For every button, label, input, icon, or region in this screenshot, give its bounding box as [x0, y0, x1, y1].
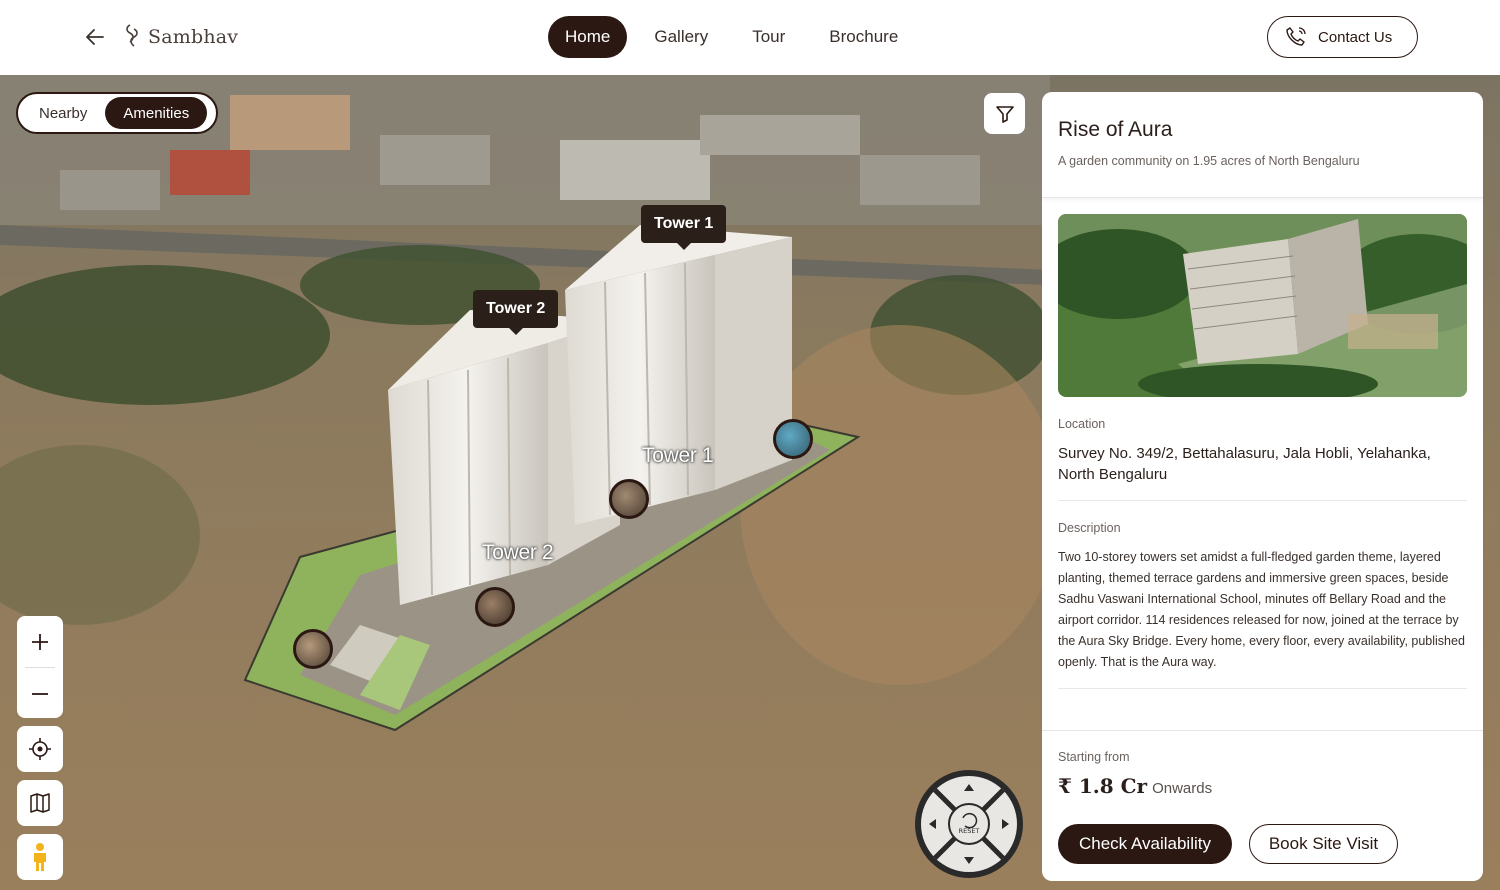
panel-header: Rise of Aura A garden community on 1.95 … — [1042, 92, 1483, 198]
check-availability-button[interactable]: Check Availability — [1058, 824, 1232, 864]
starting-from-label: Starting from — [1058, 750, 1130, 764]
price-block: ₹ 1.8 Cr Onwards — [1058, 774, 1212, 798]
tower-1-ground-label: Tower 1 — [642, 444, 714, 467]
zoom-controls — [17, 616, 63, 718]
price-suffix: Onwards — [1152, 780, 1213, 797]
plus-icon — [32, 633, 48, 650]
contact-us-button[interactable]: Contact Us — [1267, 16, 1418, 58]
compass-reset-label: RESET — [959, 827, 980, 835]
book-site-visit-button[interactable]: Book Site Visit — [1249, 824, 1398, 864]
street-view-button[interactable] — [17, 834, 63, 880]
location-address: Survey No. 349/2, Bettahalasuru, Jala Ho… — [1058, 445, 1431, 483]
filter-icon — [995, 105, 1014, 123]
compass-reset-control[interactable]: RESET — [913, 768, 1025, 880]
compass-icon: RESET — [915, 770, 1023, 878]
amenity-pin-pool[interactable] — [773, 419, 813, 459]
logo-mark-icon — [126, 24, 138, 47]
panel-footer: Starting from ₹ 1.8 Cr Onwards Check Ava… — [1042, 730, 1483, 881]
project-subtitle: A garden community on 1.95 acres of Nort… — [1058, 154, 1360, 168]
nav-brochure[interactable]: Brochure — [812, 16, 915, 58]
toggle-nearby[interactable]: Nearby — [21, 97, 105, 129]
logo-text: Sambhav — [148, 26, 239, 48]
description-label: Description — [1058, 521, 1121, 535]
brand-logo[interactable]: Sambhav — [122, 22, 238, 52]
crosshair-icon — [29, 738, 51, 760]
map-layer-toggle: Nearby Amenities — [16, 92, 218, 134]
zoom-out-button[interactable] — [17, 668, 63, 719]
nav-tour[interactable]: Tour — [735, 16, 802, 58]
minus-icon — [32, 692, 48, 695]
pegman-icon — [34, 843, 46, 871]
locate-button[interactable] — [17, 726, 63, 772]
project-info-panel: Rise of Aura A garden community on 1.95 … — [1042, 92, 1483, 881]
tower-2-tag[interactable]: Tower 2 — [473, 290, 559, 335]
map-icon — [30, 793, 50, 813]
map-view-button[interactable] — [17, 780, 63, 826]
tower-1-tag[interactable]: Tower 1 — [641, 205, 727, 250]
nav-home[interactable]: Home — [548, 16, 628, 58]
phone-icon — [1286, 27, 1306, 46]
nav-gallery[interactable]: Gallery — [637, 16, 725, 58]
toggle-amenities[interactable]: Amenities — [105, 97, 208, 129]
zoom-in-button[interactable] — [17, 616, 63, 667]
building-render-image — [1058, 214, 1467, 397]
amenity-pin-lounge[interactable] — [609, 479, 649, 519]
project-title: Rise of Aura — [1058, 118, 1173, 141]
tower-2-ground-label: Tower 2 — [482, 541, 554, 564]
contact-us-label: Contact Us — [1318, 28, 1393, 46]
location-label: Location — [1058, 417, 1106, 431]
divider — [1058, 500, 1467, 501]
top-header: Sambhav Home Gallery Tour Brochure Conta… — [0, 0, 1500, 75]
back-button[interactable] — [80, 22, 110, 52]
amenity-pin-garden[interactable] — [293, 629, 333, 669]
divider — [1058, 688, 1467, 689]
price-value: ₹ 1.8 Cr — [1058, 774, 1148, 798]
main-nav: Home Gallery Tour Brochure — [548, 16, 925, 58]
filter-button[interactable] — [984, 93, 1025, 134]
amenity-pin-clubhouse[interactable] — [475, 587, 515, 627]
project-render-image[interactable] — [1058, 214, 1467, 397]
description-text: Two 10-storey towers set amidst a full-f… — [1058, 550, 1465, 669]
arrow-left-icon — [86, 29, 104, 45]
